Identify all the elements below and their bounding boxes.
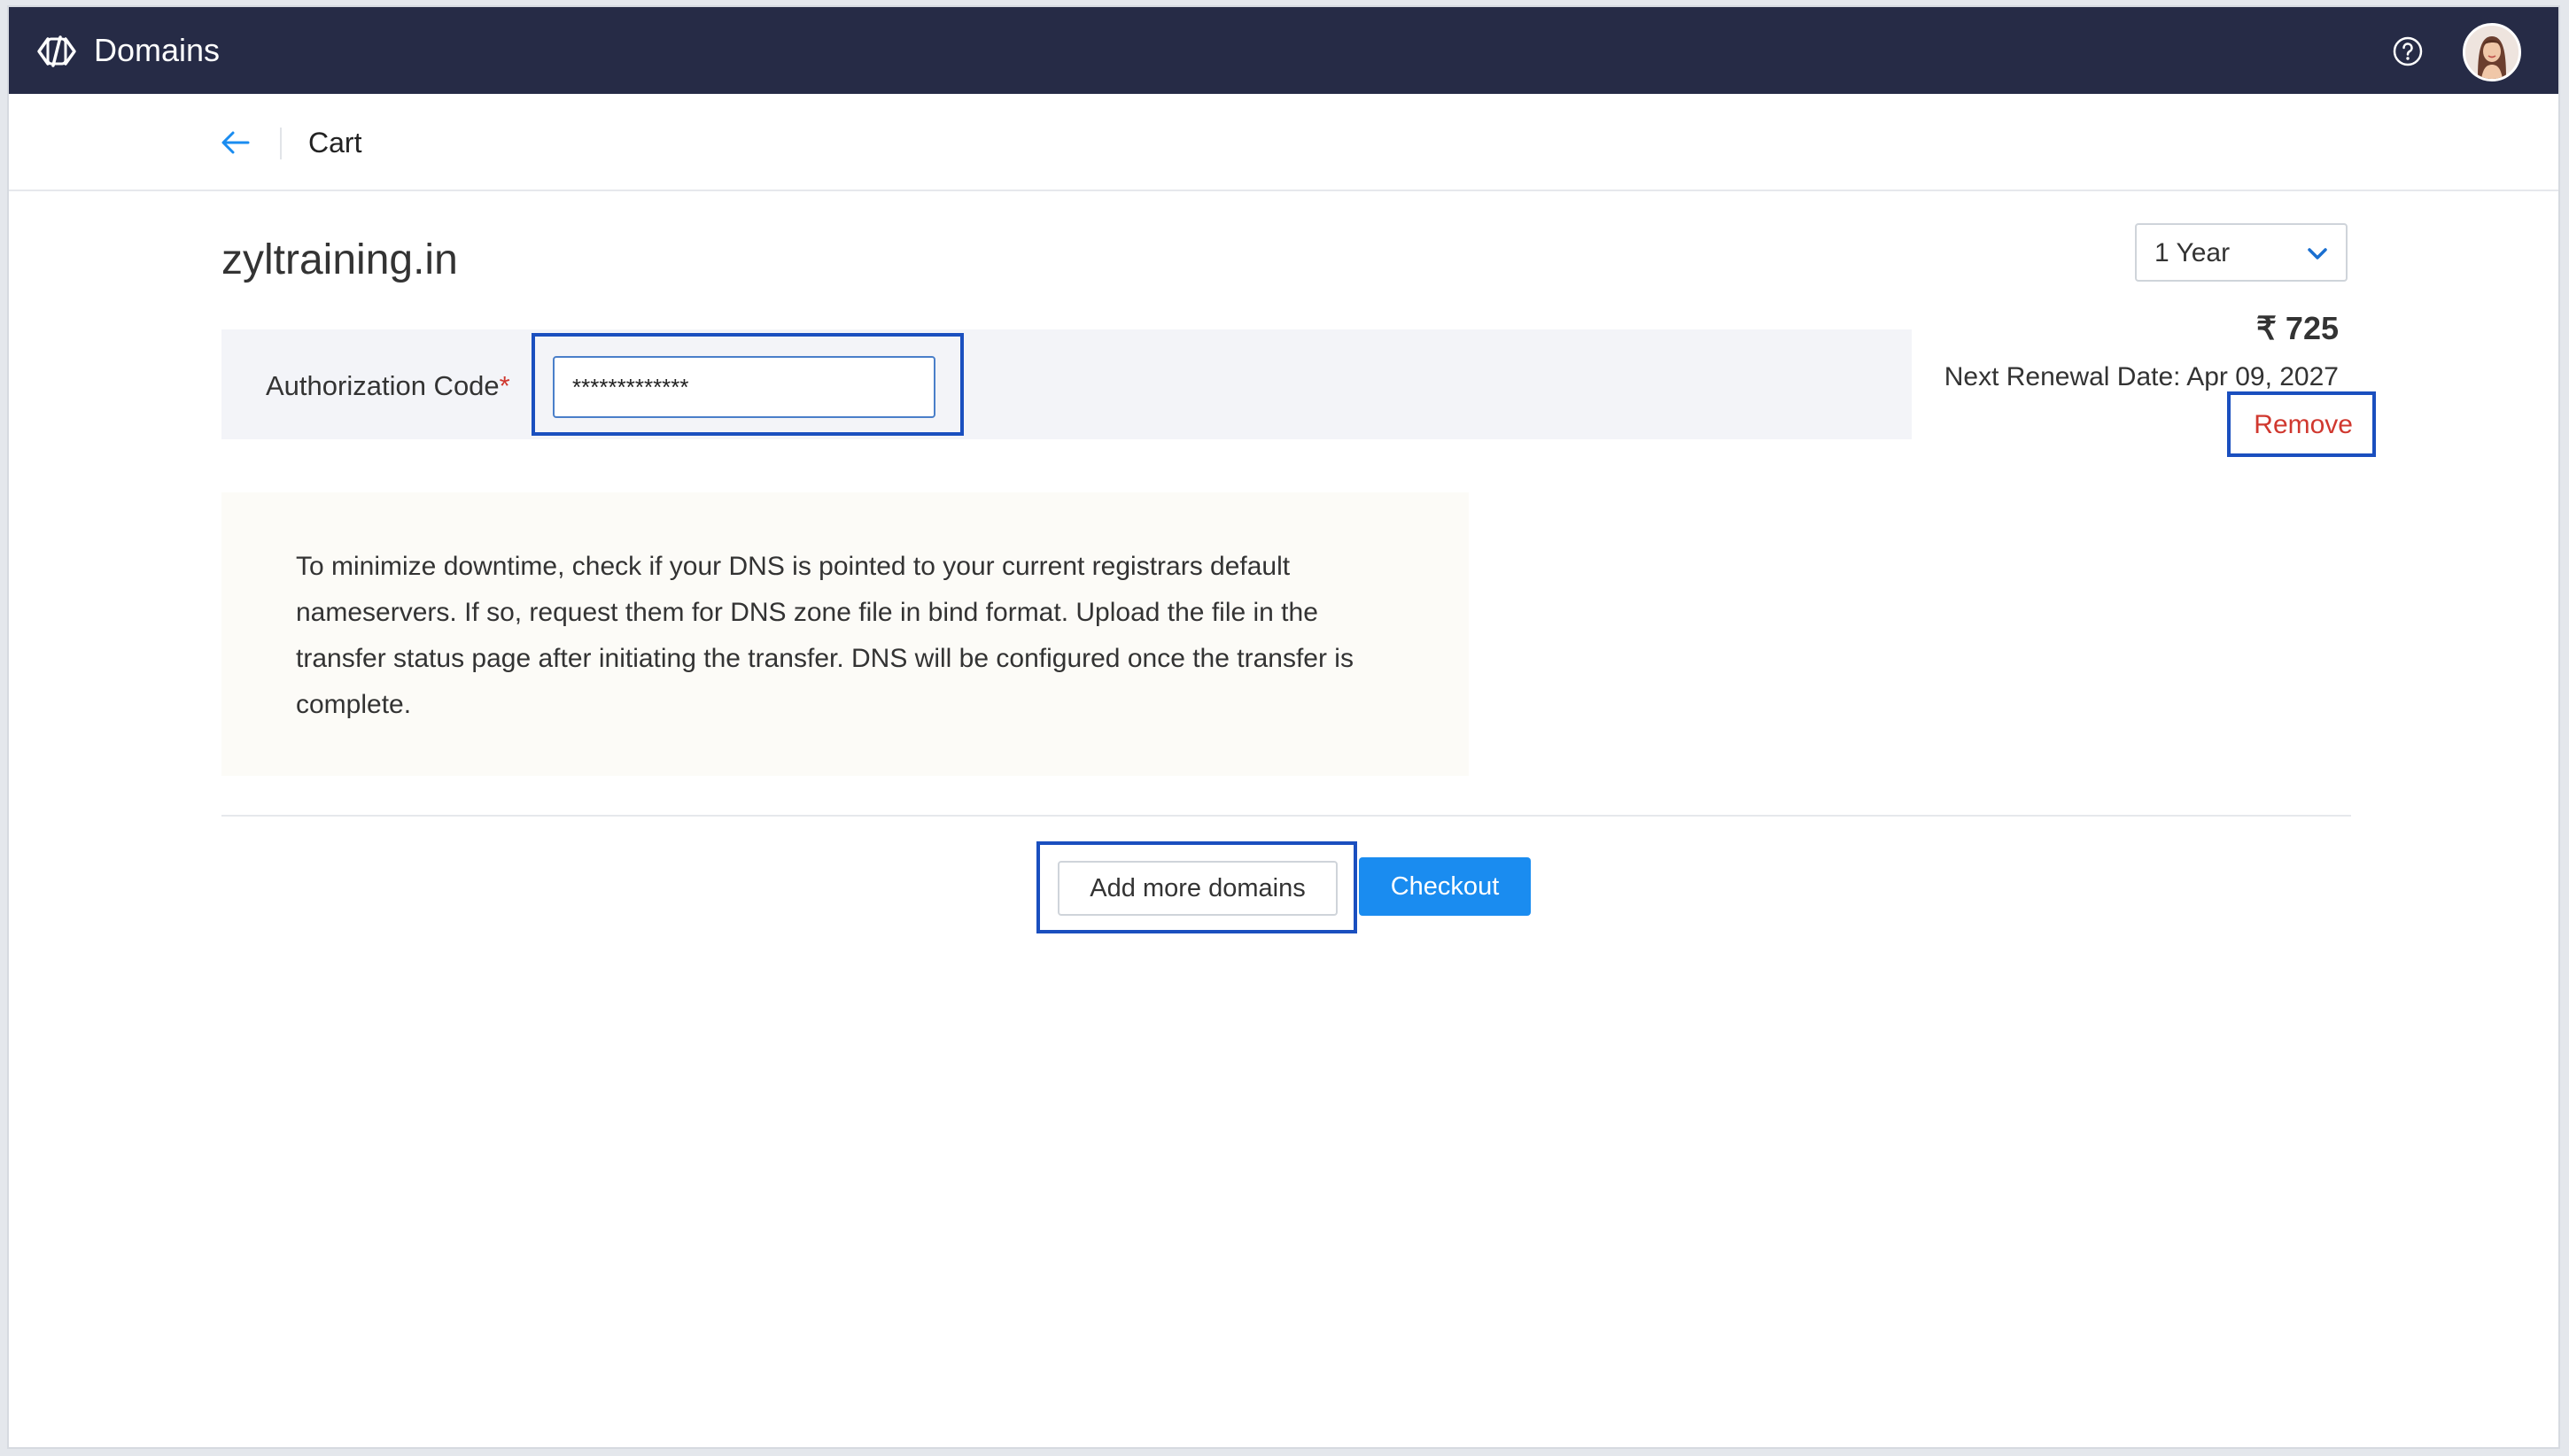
chevron-down-icon (2308, 248, 2327, 259)
remove-highlight: Remove (2227, 391, 2376, 457)
required-mark: * (499, 370, 510, 401)
checkout-button[interactable]: Checkout (1359, 857, 1531, 916)
domains-logo-icon[interactable] (35, 34, 78, 69)
arrow-left-icon[interactable] (220, 129, 252, 156)
period-selected-value: 1 Year (2154, 238, 2231, 267)
top-bar: Domains (9, 7, 2558, 94)
header-divider (280, 128, 282, 159)
user-avatar[interactable] (2463, 23, 2521, 81)
avatar-icon (2465, 26, 2519, 79)
app-title: Domains (94, 32, 221, 68)
price: ₹ 725 (2256, 310, 2339, 346)
add-more-domains-button[interactable]: Add more domains (1058, 861, 1338, 916)
authorization-code-row: Authorization Code* (221, 329, 1912, 439)
domain-name: zyltraining.in (221, 236, 458, 283)
authorization-code-label: Authorization Code* (266, 370, 510, 401)
next-renewal-date: Next Renewal Date: Apr 09, 2027 (1944, 362, 2339, 391)
remove-link[interactable]: Remove (2254, 409, 2353, 441)
add-more-highlight: Add more domains (1036, 841, 1357, 933)
help-icon[interactable] (2392, 35, 2424, 67)
sub-header: Cart (9, 94, 2558, 191)
period-select[interactable]: 1 Year (2135, 223, 2348, 282)
app-window: Domains Cart zyltraining.in 1 Year ₹ 725… (7, 5, 2560, 1449)
dns-info-box: To minimize downtime, check if your DNS … (221, 492, 1469, 776)
authorization-code-input[interactable] (553, 356, 935, 418)
dns-info-text: To minimize downtime, check if your DNS … (296, 552, 1354, 719)
section-divider (221, 815, 2351, 817)
authorization-code-highlight (532, 333, 964, 436)
page-title: Cart (308, 127, 362, 159)
